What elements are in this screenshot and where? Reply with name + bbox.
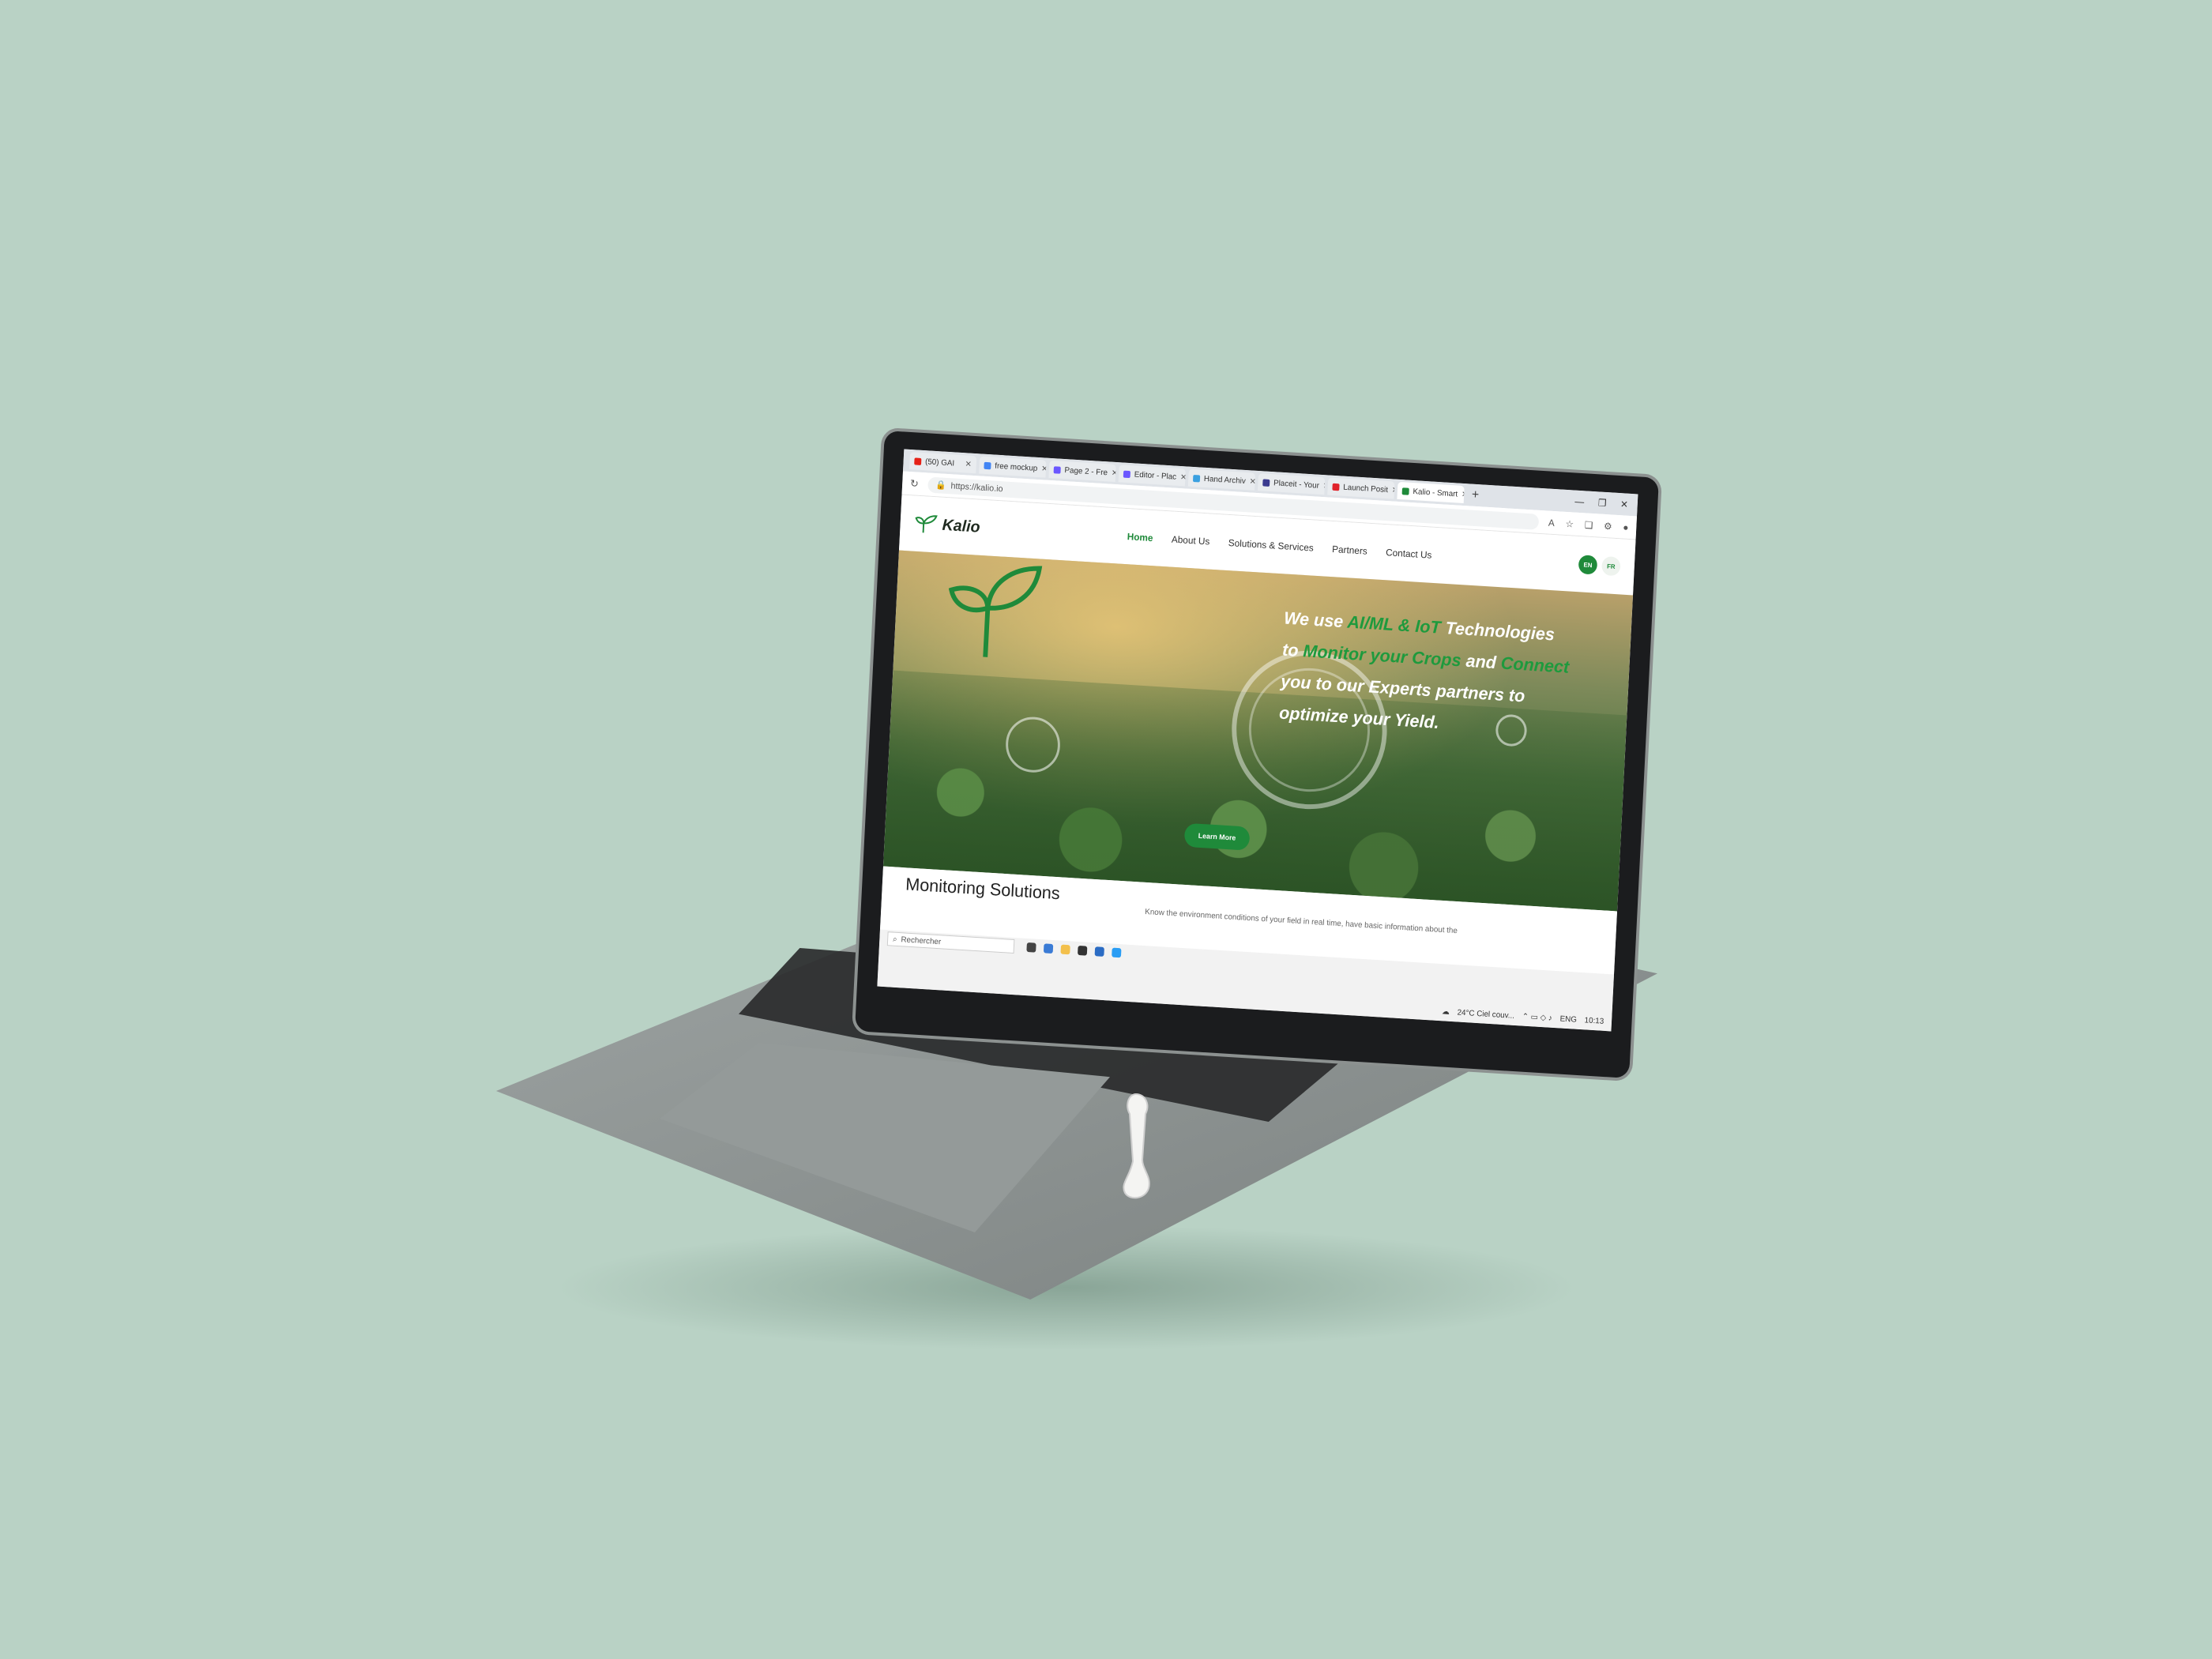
- site-icon: [1192, 474, 1201, 483]
- hero-text: Technologies: [1440, 617, 1556, 645]
- extensions-icon[interactable]: ⚙: [1604, 520, 1612, 532]
- tab-label: Editor - Plac: [1134, 469, 1177, 482]
- tab-label: free mockup: [995, 461, 1038, 473]
- search-placeholder: Rechercher: [901, 935, 942, 946]
- read-aloud-icon[interactable]: A: [1548, 517, 1556, 528]
- placeit-icon: [1053, 465, 1061, 474]
- clock[interactable]: 10:13: [1584, 1016, 1604, 1026]
- google-icon: [984, 461, 991, 469]
- browser-tab-active[interactable]: Kalio - Smart ✕: [1397, 481, 1465, 503]
- placeit-p-icon: [1262, 478, 1270, 487]
- screen: (50) GAI ✕ free mockup ✕ Page 2 - Fre ✕ Edi…: [877, 449, 1638, 1032]
- nav-solutions[interactable]: Solutions & Services: [1228, 537, 1315, 554]
- nav-contact[interactable]: Contact Us: [1386, 547, 1432, 561]
- browser-tab[interactable]: Hand Archiv ✕: [1187, 468, 1256, 491]
- tab-label: Hand Archiv: [1203, 474, 1247, 486]
- hero-highlight: Connect: [1500, 653, 1570, 677]
- url-text: https://kalio.io: [950, 480, 1003, 494]
- tray-icons[interactable]: ⌃ ▭ ◇ ♪: [1522, 1013, 1552, 1023]
- close-window-button[interactable]: ✕: [1620, 498, 1629, 510]
- collections-icon[interactable]: ❏: [1584, 519, 1593, 531]
- close-icon[interactable]: ✕: [1323, 482, 1326, 491]
- browser-tab[interactable]: Placeit - Your ✕: [1257, 473, 1326, 495]
- language-switch: EN FR: [1578, 555, 1621, 577]
- browser-tab[interactable]: Editor - Plac ✕: [1118, 465, 1186, 487]
- profile-icon[interactable]: ●: [1623, 521, 1629, 532]
- hero-text: to: [1281, 639, 1304, 661]
- reload-icon[interactable]: ↻: [910, 477, 919, 491]
- section-description: Know the environment conditions of your …: [1145, 907, 1458, 936]
- close-icon[interactable]: ✕: [1112, 468, 1116, 478]
- tab-label: (50) GAI: [924, 457, 955, 468]
- hero-highlight: Monitor your Crops: [1302, 641, 1462, 671]
- folder-icon[interactable]: [1060, 944, 1070, 955]
- edge-icon[interactable]: [1043, 943, 1054, 954]
- section-title: Monitoring Solutions: [905, 874, 1061, 904]
- tab-label: Kalio - Smart: [1413, 487, 1458, 499]
- main-nav: Home About Us Solutions & Services Partn…: [1127, 531, 1431, 561]
- input-language[interactable]: ENG: [1559, 1014, 1577, 1024]
- app-icon[interactable]: [1078, 945, 1088, 956]
- earbud-icon: [1123, 1093, 1150, 1199]
- sprout-icon: [915, 515, 938, 533]
- hero-text: We use: [1283, 608, 1349, 632]
- brand-name: Kalio: [942, 516, 981, 536]
- browser-tab[interactable]: free mockup ✕: [979, 456, 1047, 478]
- kalio-logo[interactable]: Kalio: [914, 514, 981, 538]
- tab-label: Placeit - Your: [1273, 478, 1320, 491]
- new-tab-button[interactable]: +: [1467, 487, 1484, 502]
- close-icon[interactable]: ✕: [1249, 477, 1255, 487]
- task-view-icon[interactable]: [1026, 942, 1036, 953]
- restore-button[interactable]: ❐: [1598, 497, 1607, 509]
- close-icon[interactable]: ✕: [1180, 473, 1186, 483]
- hero-text: and: [1460, 650, 1502, 673]
- kalio-icon: [1401, 487, 1409, 495]
- window-controls: — ❐ ✕: [1574, 496, 1638, 511]
- browser-toolbar: A ☆ ❏ ⚙ ●: [1548, 517, 1629, 532]
- search-icon: ⌕: [892, 935, 897, 944]
- favorite-icon[interactable]: ☆: [1565, 517, 1574, 529]
- close-icon[interactable]: ✕: [1041, 465, 1047, 474]
- learn-more-button[interactable]: Learn More: [1183, 822, 1251, 851]
- placeit-icon: [1123, 470, 1131, 478]
- hero-banner: We use AI/ML & IoT Technologies to Monit…: [882, 550, 1634, 912]
- lock-icon: 🔒: [935, 480, 947, 491]
- hero-highlight: AI/ML & IoT: [1346, 611, 1442, 638]
- lang-en-button[interactable]: EN: [1578, 555, 1598, 575]
- taskbar-apps: [1026, 942, 1122, 958]
- close-icon[interactable]: ✕: [965, 460, 972, 469]
- nav-about[interactable]: About Us: [1172, 534, 1210, 547]
- browser-tab[interactable]: (50) GAI ✕: [908, 452, 977, 474]
- nav-partners[interactable]: Partners: [1332, 544, 1367, 557]
- youtube-icon: [914, 457, 922, 465]
- browser-tab[interactable]: Page 2 - Fre ✕: [1048, 460, 1116, 482]
- site-icon: [1332, 483, 1340, 491]
- close-icon[interactable]: ✕: [1392, 486, 1395, 495]
- sprout-icon: [948, 566, 1043, 657]
- nav-home[interactable]: Home: [1127, 531, 1153, 544]
- app-icon[interactable]: [1112, 947, 1122, 958]
- tab-label: Launch Posit: [1343, 483, 1389, 495]
- laptop-lid: (50) GAI ✕ free mockup ✕ Page 2 - Fre ✕ Edi…: [855, 431, 1659, 1078]
- minimize-button[interactable]: —: [1574, 496, 1584, 508]
- close-icon[interactable]: ✕: [1462, 490, 1465, 499]
- weather-icon: ☁: [1441, 1007, 1450, 1017]
- app-icon[interactable]: [1094, 946, 1104, 957]
- weather-text[interactable]: 24°C Ciel couv...: [1457, 1008, 1514, 1020]
- hero-headline: We use AI/ML & IoT Technologies to Monit…: [1278, 603, 1610, 749]
- tab-label: Page 2 - Fre: [1064, 465, 1108, 477]
- browser-tab[interactable]: Launch Posit ✕: [1327, 477, 1395, 499]
- lang-fr-button[interactable]: FR: [1601, 555, 1621, 577]
